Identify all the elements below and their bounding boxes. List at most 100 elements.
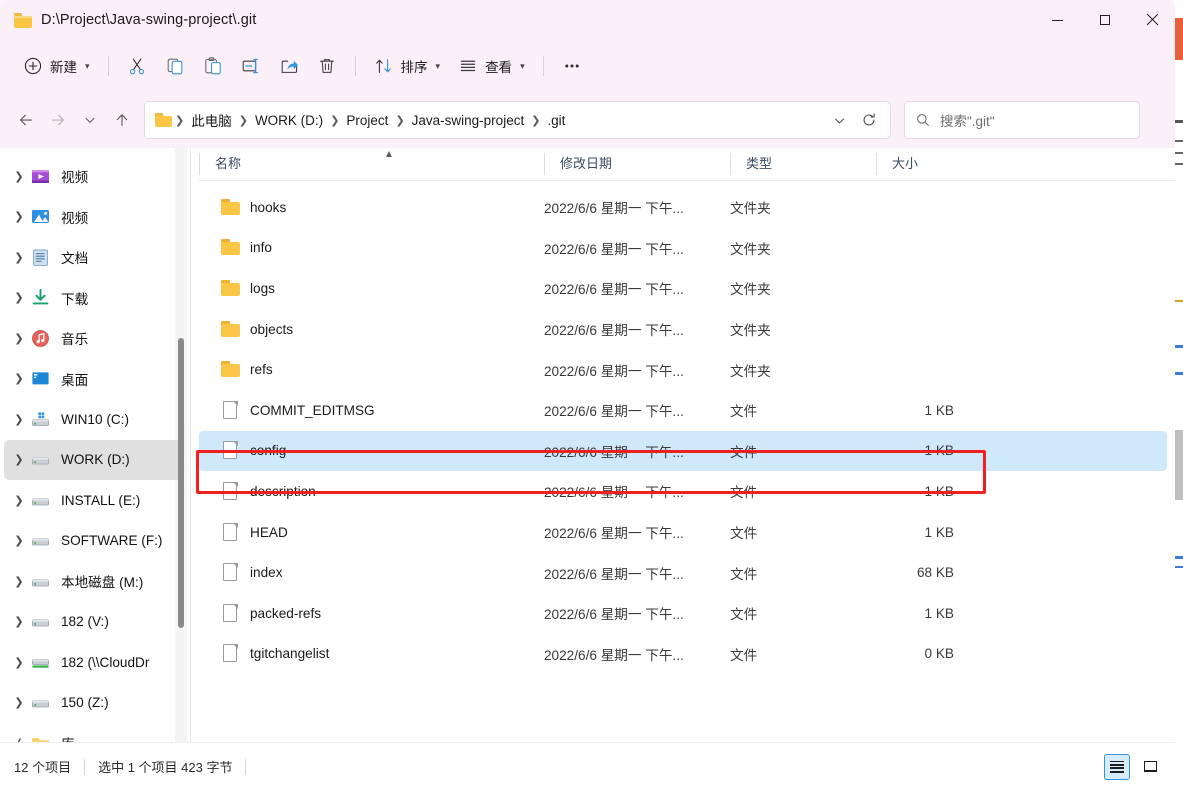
expand-chevron-icon[interactable]: ❯	[8, 696, 30, 709]
sidebar-item-150-z[interactable]: ❯ 150 (Z:)	[4, 683, 182, 724]
sidebar-item-win10-c[interactable]: ❯ WIN10 (C:)	[4, 399, 182, 440]
back-button[interactable]	[10, 104, 42, 136]
maximize-button[interactable]	[1081, 0, 1128, 40]
up-button[interactable]	[106, 104, 138, 136]
sidebar-item-182-clouddrive[interactable]: ❯ 182 (\\CloudDr	[4, 642, 182, 683]
refresh-button[interactable]	[854, 105, 884, 135]
sort-button[interactable]: 排序 ▾	[365, 49, 450, 83]
expand-chevron-icon[interactable]: ❯	[8, 332, 30, 345]
sidebar-item-libraries[interactable]: ❬ 库	[4, 723, 182, 742]
expand-chevron-icon[interactable]: ❯	[8, 656, 30, 669]
file-icon	[221, 603, 240, 623]
expand-chevron-icon[interactable]: ❯	[8, 534, 30, 547]
sidebar-item-local-disk-m[interactable]: ❯ 本地磁盘 (M:)	[4, 561, 182, 602]
navigation-pane[interactable]: ❯ 视频 ❯ 视频 ❯ 文档 ❯ 下载 ❯ 音乐 ❯ 桌面 ❯ WIN10 (C…	[0, 148, 190, 742]
table-row[interactable]: refs 2022/6/6 星期一 下午... 文件夹	[199, 349, 1167, 390]
nav-scrollbar-thumb[interactable]	[178, 338, 184, 628]
expand-chevron-icon[interactable]: ❯	[8, 413, 30, 426]
expand-chevron-icon[interactable]: ❯	[8, 615, 30, 628]
row-name-cell: description	[199, 481, 544, 501]
sidebar-item-desktop[interactable]: ❯ 桌面	[4, 359, 182, 400]
sidebar-item-music[interactable]: ❯ 音乐	[4, 318, 182, 359]
chevron-down-icon	[834, 118, 844, 123]
table-row[interactable]: description 2022/6/6 星期一 下午... 文件 1 KB	[199, 471, 1167, 512]
breadcrumb-item-4[interactable]: .git	[541, 109, 571, 132]
sidebar-item-label: 182 (V:)	[61, 614, 109, 630]
row-type-cell: 文件	[730, 404, 758, 420]
sidebar-item-software-f[interactable]: ❯ SOFTWARE (F:)	[4, 521, 182, 562]
sort-indicator-icon: ▲	[384, 149, 394, 160]
minimize-button[interactable]	[1034, 0, 1081, 40]
toolbar-separator-2	[354, 56, 356, 76]
paste-button[interactable]	[194, 49, 232, 83]
table-row[interactable]: objects 2022/6/6 星期一 下午... 文件夹	[199, 309, 1167, 350]
table-row[interactable]: HEAD 2022/6/6 星期一 下午... 文件 1 KB	[199, 512, 1167, 553]
address-bar[interactable]: ❯ 此电脑 ❯ WORK (D:) ❯ Project ❯ Java-swing…	[144, 101, 891, 139]
drive-icon	[30, 692, 51, 713]
sidebar-item-label: 文档	[61, 251, 89, 267]
sidebar-item-work-d[interactable]: ❯ WORK (D:)	[4, 439, 182, 480]
breadcrumb-item-2[interactable]: Project	[340, 109, 394, 132]
delete-button[interactable]	[308, 49, 346, 83]
table-row[interactable]: packed-refs 2022/6/6 星期一 下午... 文件 1 KB	[199, 593, 1167, 634]
item-count-label: 12 个项目	[14, 760, 72, 775]
breadcrumb-separator: ❯	[395, 114, 405, 127]
file-rows: hooks 2022/6/6 星期一 下午... 文件夹 info 2022/6…	[191, 181, 1175, 674]
expand-chevron-icon[interactable]: ❯	[8, 372, 30, 385]
expand-chevron-icon[interactable]: ❯	[8, 453, 30, 466]
expand-chevron-icon[interactable]: ❯	[8, 210, 30, 223]
column-header-name[interactable]: 名称	[199, 153, 544, 175]
new-button[interactable]: 新建 ▾	[14, 49, 99, 83]
row-date-cell: 2022/6/6 星期一 下午...	[544, 404, 684, 420]
rename-button[interactable]	[232, 49, 270, 83]
column-header-date[interactable]: 修改日期	[544, 153, 730, 175]
table-row-selected-config[interactable]: config 2022/6/6 星期一 下午... 文件 1 KB	[199, 430, 1167, 472]
column-header-size[interactable]: 大小	[876, 153, 976, 175]
share-button[interactable]	[270, 49, 308, 83]
sidebar-item-video-0[interactable]: ❯ 视频	[4, 156, 182, 197]
breadcrumb-item-1[interactable]: WORK (D:)	[249, 109, 329, 132]
expand-chevron-icon[interactable]: ❯	[8, 170, 30, 183]
close-button[interactable]	[1128, 0, 1175, 40]
cut-button[interactable]	[118, 49, 156, 83]
expand-chevron-icon[interactable]: ❯	[8, 575, 30, 588]
network-drive-icon	[30, 652, 51, 673]
row-type-cell: 文件	[730, 526, 758, 542]
search-icon	[917, 114, 929, 126]
folder-icon	[221, 198, 240, 217]
expand-chevron-icon[interactable]: ❯	[8, 251, 30, 264]
view-toggle-group	[1104, 753, 1163, 780]
breadcrumb-separator: ❯	[330, 114, 340, 127]
sidebar-item-182-v[interactable]: ❯ 182 (V:)	[4, 602, 182, 643]
row-type-cell: 文件夹	[730, 363, 771, 379]
window-title: D:\Project\Java-swing-project\.git	[41, 12, 257, 28]
forward-button[interactable]	[42, 104, 74, 136]
expand-chevron-icon[interactable]: ❯	[8, 291, 30, 304]
table-row[interactable]: tgitchangelist 2022/6/6 星期一 下午... 文件 0 K…	[199, 634, 1167, 675]
search-input[interactable]: 搜索".git"	[940, 110, 995, 130]
address-history-button[interactable]	[824, 105, 854, 135]
breadcrumb-item-3[interactable]: Java-swing-project	[406, 109, 531, 132]
see-more-button[interactable]	[553, 49, 591, 83]
table-row[interactable]: info 2022/6/6 星期一 下午... 文件夹	[199, 228, 1167, 269]
recent-locations-button[interactable]	[74, 104, 106, 136]
row-type-cell: 文件	[730, 566, 758, 582]
copy-button[interactable]	[156, 49, 194, 83]
breadcrumb-item-0[interactable]: 此电脑	[185, 106, 238, 134]
sidebar-item-downloads[interactable]: ❯ 下载	[4, 278, 182, 319]
sidebar-item-install-e[interactable]: ❯ INSTALL (E:)	[4, 480, 182, 521]
table-row[interactable]: COMMIT_EDITMSG 2022/6/6 星期一 下午... 文件 1 K…	[199, 390, 1167, 431]
sidebar-item-documents[interactable]: ❯ 文档	[4, 237, 182, 278]
expand-chevron-icon[interactable]: ❯	[8, 494, 30, 507]
row-name-cell: index	[199, 563, 544, 582]
table-row[interactable]: index 2022/6/6 星期一 下午... 文件 68 KB	[199, 552, 1167, 593]
column-header-type[interactable]: 类型	[730, 153, 876, 175]
table-row[interactable]: logs 2022/6/6 星期一 下午... 文件夹	[199, 268, 1167, 309]
table-row[interactable]: hooks 2022/6/6 星期一 下午... 文件夹	[199, 187, 1167, 228]
large-icons-view-button[interactable]	[1137, 754, 1163, 780]
sidebar-item-video-1[interactable]: ❯ 视频	[4, 197, 182, 238]
sidebar-item-label: 视频	[61, 210, 89, 226]
view-button[interactable]: 查看 ▾	[449, 49, 534, 83]
search-box[interactable]: 搜索".git"	[904, 101, 1140, 139]
details-view-button[interactable]	[1104, 753, 1130, 780]
